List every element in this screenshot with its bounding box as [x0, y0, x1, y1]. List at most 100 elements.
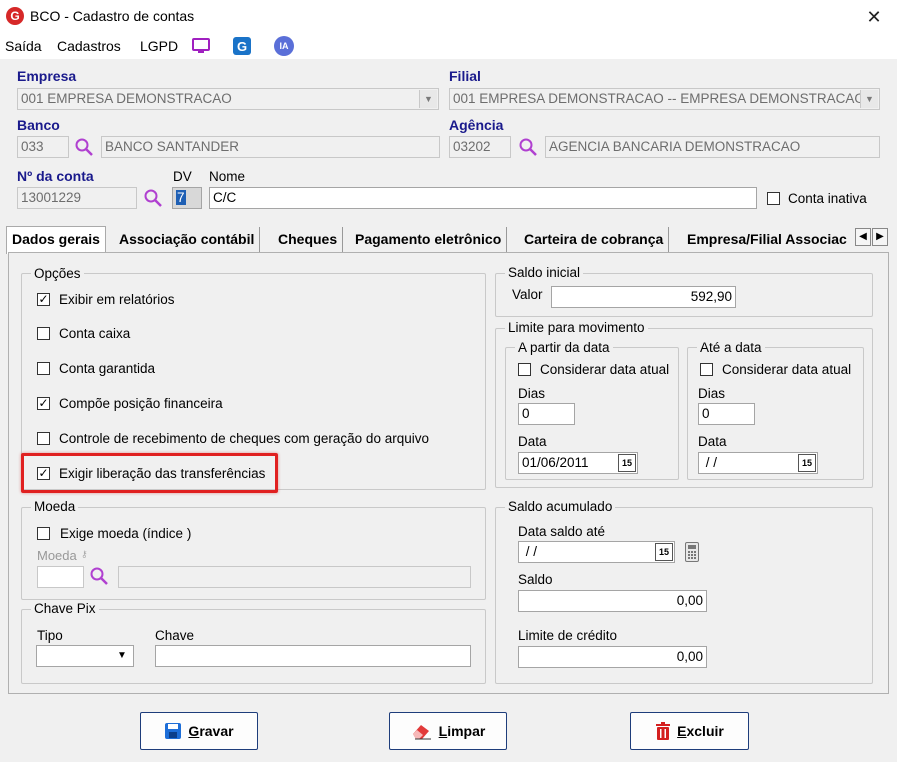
menu-bar: Saída Cadastros LGPD G IA [0, 33, 897, 59]
gravar-button[interactable]: Gravar [140, 712, 258, 750]
conta-garantida-checkbox[interactable] [37, 362, 50, 375]
conta-inativa-label: Conta inativa [788, 191, 867, 206]
agencia-label: Agência [449, 117, 504, 133]
empresa-label: Empresa [17, 68, 77, 84]
empresa-select[interactable]: 001 EMPRESA DEMONSTRACAO ▼ [17, 88, 439, 110]
a-partir-considerar-label: Considerar data atual [540, 362, 670, 377]
banco-name-field: BANCO SANTANDER [101, 136, 440, 158]
limpar-label: impar [447, 723, 486, 739]
monitor-icon[interactable] [191, 36, 211, 56]
limite-credito-label: Limite de crédito [518, 628, 618, 643]
saldo-inicial-valor-field[interactable]: 592,90 [551, 286, 736, 308]
conta-label: Nº da conta [17, 168, 94, 184]
exibir-relatorios-checkbox[interactable]: ✓ [37, 293, 50, 306]
search-icon[interactable] [74, 137, 94, 157]
conta-inativa-checkbox[interactable] [767, 192, 780, 205]
search-icon[interactable] [143, 188, 163, 208]
chevron-down-icon[interactable]: ▼ [419, 90, 437, 108]
calendar-icon[interactable]: 15 [655, 543, 673, 561]
agencia-code-field[interactable]: 03202 [449, 136, 511, 158]
banco-code-field[interactable]: 033 [17, 136, 69, 158]
filial-select[interactable]: 001 EMPRESA DEMONSTRACAO -- EMPRESA DEMO… [449, 88, 880, 110]
tab-associacao-contabil[interactable]: Associação contábil [114, 227, 261, 253]
conta-caixa-label: Conta caixa [59, 326, 131, 341]
saldo-label: Saldo [518, 572, 553, 587]
dv-label: DV [173, 169, 192, 184]
window-title: BCO - Cadastro de contas [30, 8, 195, 24]
valor-label: Valor [512, 287, 543, 302]
excluir-label: xcluir [686, 723, 724, 739]
data-saldo-value: / / [522, 544, 538, 559]
ate-title: Até a data [697, 340, 765, 355]
opcoes-title: Opções [31, 266, 84, 281]
tab-pagamento-eletronico[interactable]: Pagamento eletrônico [350, 227, 508, 253]
ia-icon[interactable]: IA [274, 36, 294, 56]
tab-cheques[interactable]: Cheques [273, 227, 344, 253]
nome-label: Nome [209, 169, 246, 184]
moeda-label: Moeda [37, 548, 77, 563]
saldo-inicial-title: Saldo inicial [505, 265, 584, 280]
tab-dados-gerais[interactable]: Dados gerais [6, 226, 106, 254]
a-partir-title: A partir da data [515, 340, 613, 355]
excluir-button[interactable]: Excluir [630, 712, 749, 750]
chevron-down-icon[interactable]: ▼ [860, 90, 878, 108]
menu-lgpd[interactable]: LGPD [140, 38, 178, 54]
tab-carteira-cobranca[interactable]: Carteira de cobrança [519, 227, 670, 253]
app-logo-icon: G [6, 7, 24, 25]
a-partir-data-value: 01/06/2011 [522, 455, 589, 470]
exige-moeda-checkbox[interactable] [37, 527, 50, 540]
trash-icon [656, 722, 671, 740]
ate-considerar-checkbox[interactable] [700, 363, 713, 376]
tab-scroll-right-icon[interactable]: ▶ [872, 228, 888, 246]
highlight-box [21, 453, 278, 493]
moeda-name-field [118, 566, 471, 588]
pix-chave-field[interactable] [155, 645, 471, 667]
ate-considerar-label: Considerar data atual [722, 362, 852, 377]
calendar-icon[interactable]: 15 [798, 454, 816, 472]
search-icon[interactable] [518, 137, 538, 157]
moeda-code-field[interactable] [37, 566, 84, 588]
a-partir-data-field[interactable]: 01/06/2011 15 [518, 452, 638, 474]
data-saldo-label: Data saldo até [518, 524, 606, 539]
gravar-mnemonic: G [188, 723, 200, 739]
pix-title: Chave Pix [31, 601, 99, 616]
search-icon[interactable] [89, 566, 109, 586]
limite-credito-field[interactable]: 0,00 [518, 646, 707, 668]
chevron-down-icon[interactable]: ▼ [113, 647, 131, 665]
pix-tipo-select[interactable]: ▼ [36, 645, 134, 667]
conta-field[interactable]: 13001229 [17, 187, 137, 209]
saldo-field[interactable]: 0,00 [518, 590, 707, 612]
filial-value: 001 EMPRESA DEMONSTRACAO -- EMPRESA DEMO… [453, 91, 865, 106]
save-icon [165, 723, 182, 739]
g-app-icon[interactable]: G [232, 36, 252, 56]
banco-label: Banco [17, 117, 60, 133]
calculator-icon[interactable] [685, 542, 699, 562]
controle-cheques-label: Controle de recebimento de cheques com g… [59, 431, 429, 446]
dv-field[interactable]: 7 [172, 187, 202, 209]
ate-dias-field[interactable]: 0 [698, 403, 755, 425]
exibir-relatorios-label: Exibir em relatórios [59, 292, 175, 307]
a-partir-dias-field[interactable]: 0 [518, 403, 575, 425]
a-partir-data-label: Data [518, 434, 547, 449]
a-partir-considerar-checkbox[interactable] [518, 363, 531, 376]
menu-cadastros[interactable]: Cadastros [57, 38, 121, 54]
compoe-posicao-checkbox[interactable]: ✓ [37, 397, 50, 410]
eraser-icon [412, 725, 431, 740]
close-button[interactable]: ✕ [858, 4, 890, 30]
pix-tipo-label: Tipo [37, 628, 63, 643]
ate-data-label: Data [698, 434, 727, 449]
limpar-button[interactable]: Limpar [389, 712, 507, 750]
conta-garantida-label: Conta garantida [59, 361, 156, 376]
controle-cheques-checkbox[interactable] [37, 432, 50, 445]
ate-data-field[interactable]: / / 15 [698, 452, 818, 474]
calendar-icon[interactable]: 15 [618, 454, 636, 472]
data-saldo-field[interactable]: / / 15 [518, 541, 675, 563]
menu-saida[interactable]: Saída [5, 38, 42, 54]
saldo-acumulado-title: Saldo acumulado [505, 499, 616, 514]
tab-scroll-left-icon[interactable]: ◀ [855, 228, 871, 246]
tab-empresa-filial[interactable]: Empresa/Filial Associac [682, 227, 854, 253]
nome-field[interactable]: C/C [209, 187, 757, 209]
compoe-posicao-label: Compõe posição financeira [59, 396, 223, 411]
limpar-mnemonic: L [438, 723, 448, 739]
conta-caixa-checkbox[interactable] [37, 327, 50, 340]
